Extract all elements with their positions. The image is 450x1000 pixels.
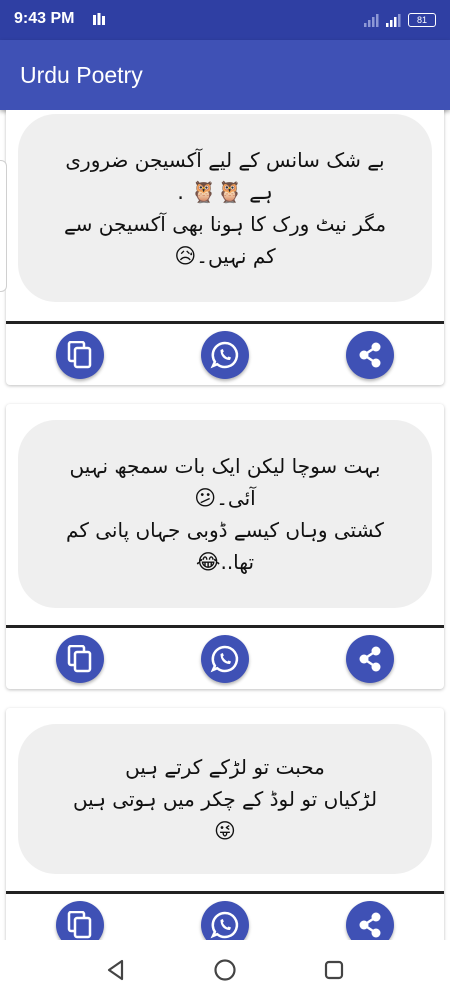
signal-icon-2: [386, 14, 401, 27]
share-button[interactable]: [346, 331, 394, 379]
edge-panel-handle[interactable]: [0, 160, 7, 292]
copy-icon: [67, 341, 92, 369]
owl-emoji: 🦉🦉 .: [177, 180, 243, 204]
poem-line: بے شک سانس کے لیے آکسیجن ضروری: [65, 148, 385, 172]
app-title: Urdu Poetry: [20, 62, 143, 88]
share-icon: [359, 342, 381, 368]
copy-button[interactable]: [56, 331, 104, 379]
system-nav-bar: [0, 940, 450, 1000]
share-button[interactable]: [346, 901, 394, 940]
poem-line: محبت تو لڑکے کرتے ہیں: [125, 755, 325, 779]
poem-line: کم نہیں۔: [196, 244, 276, 268]
home-icon[interactable]: [211, 956, 239, 984]
poem-bubble: بے شک سانس کے لیے آکسیجن ضروری ہے 🦉🦉 . م…: [18, 114, 432, 302]
whatsapp-button[interactable]: [201, 901, 249, 940]
copy-button[interactable]: [56, 901, 104, 940]
poem-card: محبت تو لڑکے کرتے ہیں لڑکیاں تو لوڈ کے چ…: [6, 708, 444, 940]
poem-card: بے شک سانس کے لیے آکسیجن ضروری ہے 🦉🦉 . م…: [6, 110, 444, 385]
poem-text: محبت تو لڑکے کرتے ہیں لڑکیاں تو لوڈ کے چ…: [51, 751, 399, 847]
share-button[interactable]: [346, 635, 394, 683]
poem-line: ہے: [249, 180, 273, 204]
status-bar: 9:43 PM 81: [0, 0, 450, 40]
sad-emoji: 😥: [174, 244, 197, 268]
poem-line: کشتی وہاں کیسے ڈوبی جہاں پانی کم: [66, 518, 384, 542]
whatsapp-icon: [210, 911, 239, 939]
app-bar: Urdu Poetry: [0, 40, 450, 110]
app-notification-icon: [93, 13, 105, 25]
poem-text: بہت سوچا لیکن ایک بات سمجھ نہیں آئی۔😕 کش…: [44, 450, 406, 578]
poem-line: آئی۔: [216, 486, 256, 510]
poem-line: بہت سوچا لیکن ایک بات سمجھ نہیں: [69, 454, 381, 478]
confused-emoji: 😕: [194, 486, 217, 510]
laughing-emoji: 😂: [195, 550, 221, 574]
divider: [6, 891, 444, 894]
poem-card: بہت سوچا لیکن ایک بات سمجھ نہیں آئی۔😕 کش…: [6, 404, 444, 689]
poem-bubble: بہت سوچا لیکن ایک بات سمجھ نہیں آئی۔😕 کش…: [18, 420, 432, 608]
poem-list[interactable]: بے شک سانس کے لیے آکسیجن ضروری ہے 🦉🦉 . م…: [0, 110, 450, 940]
divider: [6, 625, 444, 628]
battery-indicator: 81: [408, 13, 436, 27]
divider: [6, 321, 444, 324]
signal-icon: [364, 14, 379, 27]
status-time: 9:43 PM: [14, 10, 75, 27]
winking-tongue-emoji: 😜: [214, 819, 236, 843]
poem-text: بے شک سانس کے لیے آکسیجن ضروری ہے 🦉🦉 . م…: [42, 144, 408, 272]
poem-line: تھا..: [220, 550, 255, 574]
whatsapp-button[interactable]: [201, 635, 249, 683]
poem-line: لڑکیاں تو لوڈ کے چکر میں ہوتی ہیں: [72, 787, 378, 811]
status-indicators: 81: [364, 12, 436, 28]
whatsapp-button[interactable]: [201, 331, 249, 379]
copy-icon: [67, 911, 92, 939]
back-icon[interactable]: [102, 956, 130, 984]
copy-icon: [67, 645, 92, 673]
share-icon: [359, 912, 381, 938]
poem-bubble: محبت تو لڑکے کرتے ہیں لڑکیاں تو لوڈ کے چ…: [18, 724, 432, 874]
recents-icon[interactable]: [320, 956, 348, 984]
share-icon: [359, 646, 381, 672]
whatsapp-icon: [210, 645, 239, 673]
poem-line: مگر نیٹ ورک کا ہونا بھی آکسیجن سے: [63, 212, 387, 236]
copy-button[interactable]: [56, 635, 104, 683]
whatsapp-icon: [210, 341, 239, 369]
